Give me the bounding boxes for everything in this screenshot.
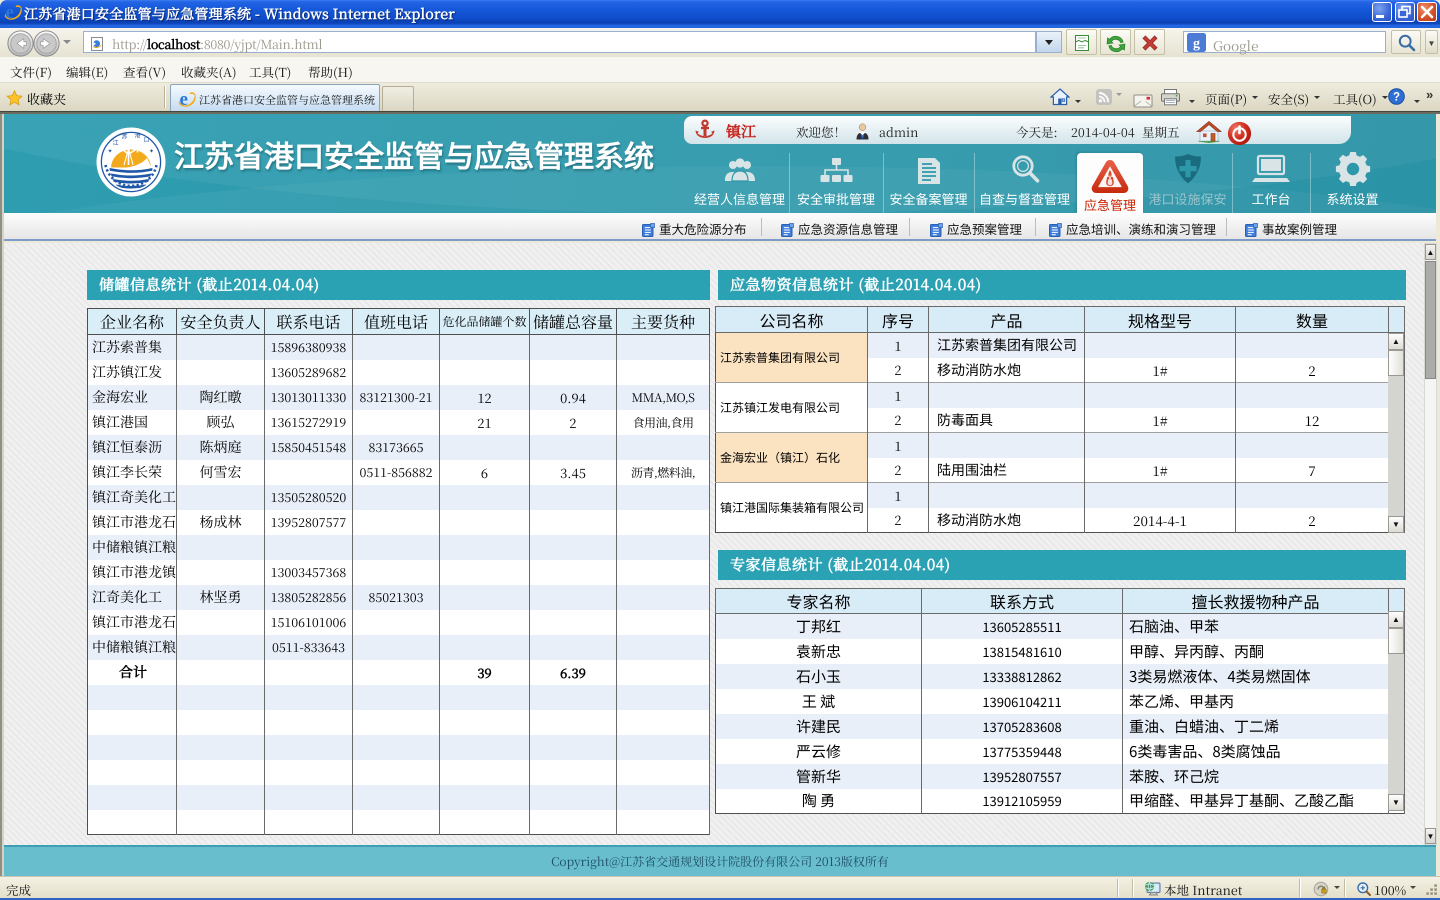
svg-text:✦: ✦ bbox=[149, 146, 154, 155]
svg-text:苏: 苏 bbox=[122, 132, 128, 141]
svg-text:✦: ✦ bbox=[108, 146, 113, 155]
svg-text:口: 口 bbox=[144, 135, 150, 144]
svg-text:g: g bbox=[1193, 37, 1200, 52]
svg-text:江: 江 bbox=[113, 138, 119, 147]
svg-text:港: 港 bbox=[135, 131, 141, 140]
svg-text:?: ? bbox=[1393, 92, 1400, 104]
